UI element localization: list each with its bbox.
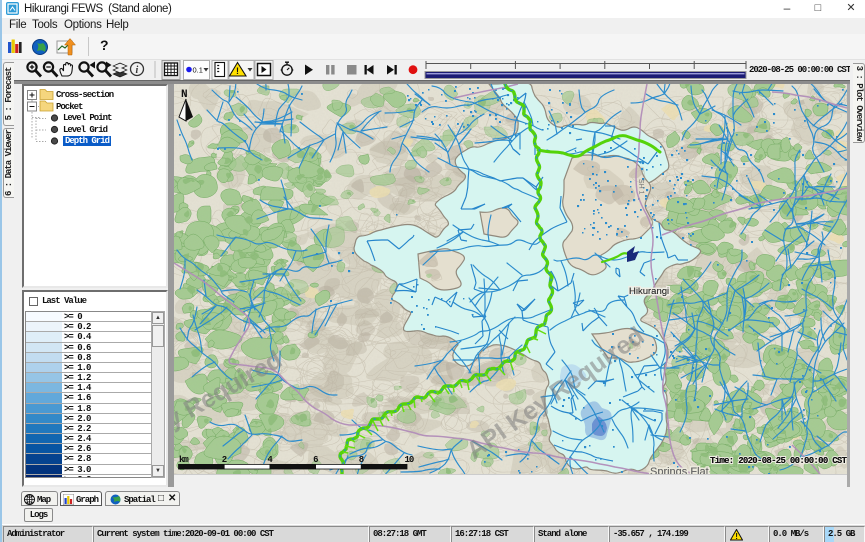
svg-text:N: N [181, 89, 188, 101]
svg-text:!: ! [236, 66, 239, 76]
svg-text:Springs Flat: Springs Flat [650, 466, 709, 474]
svg-text:0.1: 0.1 [193, 66, 203, 75]
svg-text:10: 10 [405, 455, 414, 465]
svg-text:Hikurangi: Hikurangi [629, 286, 669, 297]
svg-text:6: 6 [313, 455, 318, 465]
svg-text:Time: 2020-08-25 00:00:00 CST: Time: 2020-08-25 00:00:00 CST [710, 456, 847, 466]
svg-text:8: 8 [359, 455, 364, 465]
svg-text:SH 1: SH 1 [637, 179, 645, 195]
svg-text:i: i [136, 65, 139, 76]
svg-text:2: 2 [222, 455, 227, 465]
